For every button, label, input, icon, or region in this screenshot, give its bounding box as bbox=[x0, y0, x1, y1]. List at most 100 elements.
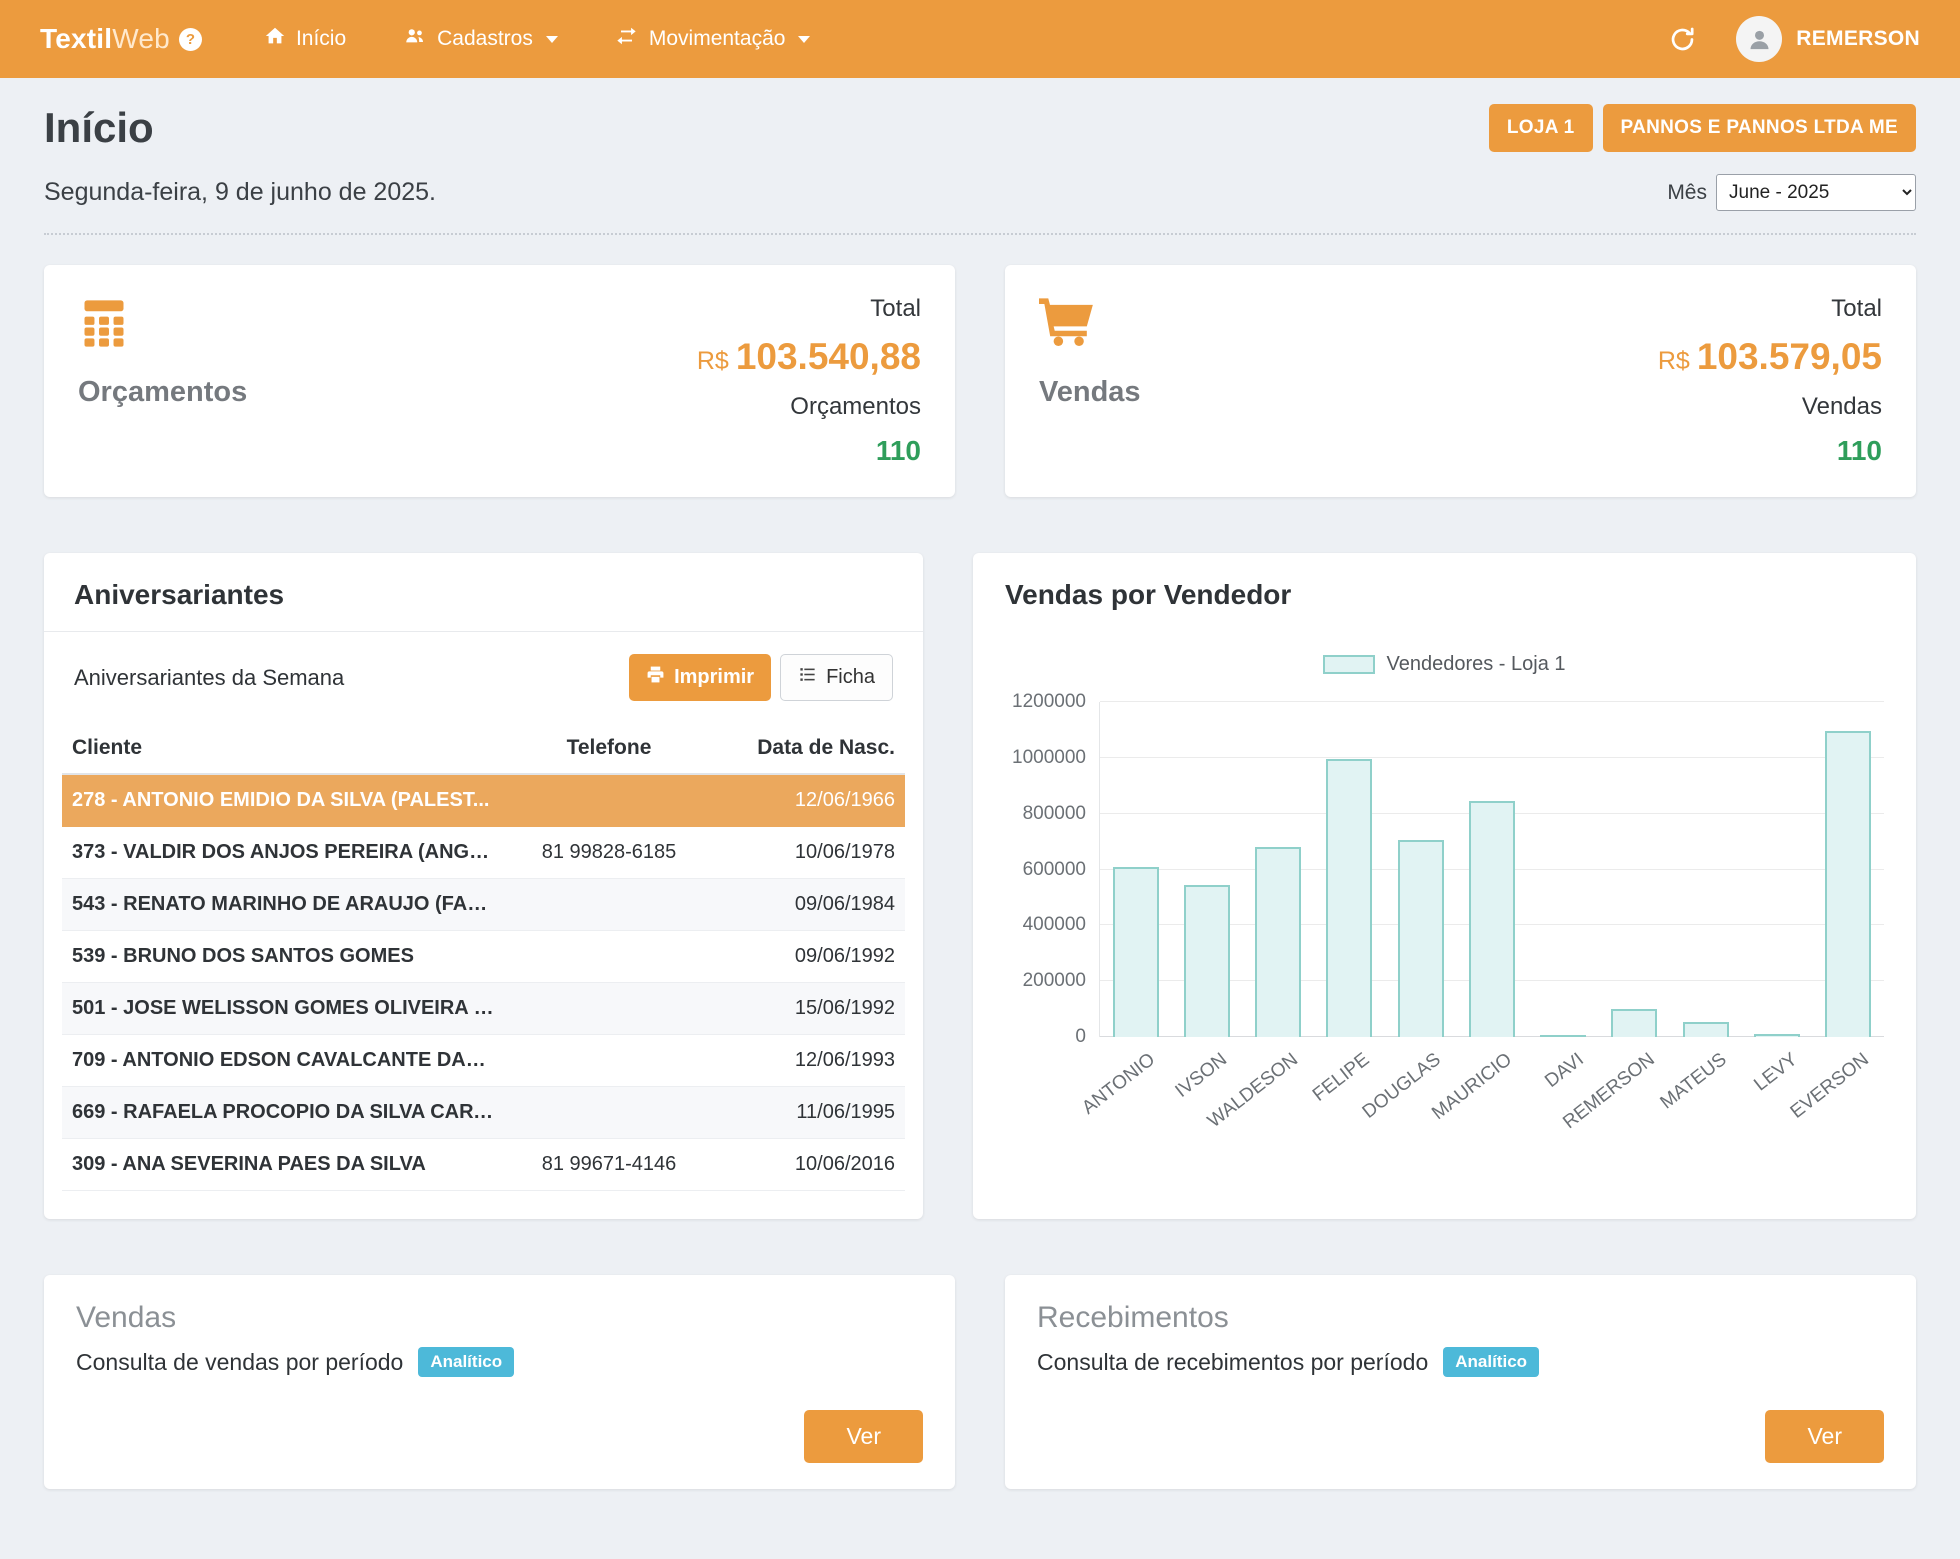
orcamentos-amount: 103.540,88 bbox=[736, 336, 921, 377]
vendas-label: Vendas bbox=[1039, 376, 1141, 409]
ficha-label: Ficha bbox=[826, 666, 875, 689]
vendas-total-label: Total bbox=[1831, 295, 1882, 323]
store-button[interactable]: LOJA 1 bbox=[1489, 104, 1593, 152]
cell-birthdate: 09/06/1992 bbox=[713, 931, 905, 983]
bar-everson[interactable] bbox=[1825, 731, 1871, 1037]
nav-item-movimentacao[interactable]: Movimentação bbox=[614, 25, 811, 53]
orcamentos-count: 110 bbox=[876, 435, 921, 467]
user-menu[interactable]: REMERSON bbox=[1736, 16, 1920, 62]
table-row[interactable]: 669 - RAFAELA PROCOPIO DA SILVA CARV... … bbox=[62, 1087, 905, 1139]
imprimir-button[interactable]: Imprimir bbox=[629, 654, 771, 701]
nav-label-cadastros: Cadastros bbox=[437, 27, 533, 51]
chart-x-axis: ANTONIOIVSONWALDESONFELIPEDOUGLASMAURICI… bbox=[1099, 1037, 1884, 1141]
bar-chart: Vendedores - Loja 1 02000004000006000008… bbox=[1005, 653, 1884, 1141]
chart-plot bbox=[1099, 702, 1884, 1037]
nav-item-inicio[interactable]: Início bbox=[264, 25, 346, 53]
birthday-table-body: 278 - ANTONIO EMIDIO DA SILVA (PALEST...… bbox=[62, 774, 905, 1191]
analitico-badge: Analítico bbox=[1443, 1347, 1539, 1377]
home-icon bbox=[264, 25, 286, 53]
aniversariantes-card: Aniversariantes Aniversariantes da Seman… bbox=[44, 553, 923, 1219]
column-header-telefone: Telefone bbox=[505, 723, 713, 774]
print-icon bbox=[646, 665, 665, 690]
x-label-mateus: MATEUS bbox=[1670, 1037, 1741, 1141]
table-row[interactable]: 501 - JOSE WELISSON GOMES OLIVEIRA (... … bbox=[62, 983, 905, 1035]
user-name: REMERSON bbox=[1796, 27, 1920, 51]
y-tick-label: 1200000 bbox=[1012, 691, 1086, 713]
x-label-remerson: REMERSON bbox=[1599, 1037, 1670, 1141]
y-tick-label: 600000 bbox=[1023, 859, 1086, 881]
x-label-davi: DAVI bbox=[1527, 1037, 1598, 1141]
cell-client: 669 - RAFAELA PROCOPIO DA SILVA CARV... bbox=[62, 1087, 505, 1139]
chart-legend[interactable]: Vendedores - Loja 1 bbox=[1005, 653, 1884, 676]
list-icon bbox=[798, 665, 817, 690]
current-date: Segunda-feira, 9 de junho de 2025. bbox=[44, 178, 436, 207]
exchange-icon bbox=[614, 25, 639, 53]
column-header-data-nasc: Data de Nasc. bbox=[713, 723, 905, 774]
chart-y-axis: 020000040000060000080000010000001200000 bbox=[1005, 702, 1099, 1037]
bar-mateus[interactable] bbox=[1683, 1022, 1729, 1037]
recebimentos-report-card: Recebimentos Consulta de recebimentos po… bbox=[1005, 1275, 1916, 1489]
ficha-button[interactable]: Ficha bbox=[780, 654, 893, 701]
cell-phone bbox=[505, 879, 713, 931]
analitico-badge: Analítico bbox=[418, 1347, 514, 1377]
date-row: Segunda-feira, 9 de junho de 2025. Mês J… bbox=[44, 174, 1916, 235]
cell-client: 373 - VALDIR DOS ANJOS PEREIRA (ANGE... bbox=[62, 827, 505, 879]
table-row[interactable]: 309 - ANA SEVERINA PAES DA SILVA 81 9967… bbox=[62, 1139, 905, 1191]
refresh-button[interactable] bbox=[1669, 26, 1696, 53]
nav-item-cadastros[interactable]: Cadastros bbox=[402, 25, 558, 53]
brand-text: TextilWeb bbox=[40, 23, 170, 55]
cell-birthdate: 10/06/2016 bbox=[713, 1139, 905, 1191]
aniversariantes-title: Aniversariantes bbox=[44, 553, 923, 631]
brand-light: Web bbox=[112, 23, 170, 54]
cell-client: 309 - ANA SEVERINA PAES DA SILVA bbox=[62, 1139, 505, 1191]
x-label-felipe: FELIPE bbox=[1313, 1037, 1384, 1141]
aniversariantes-subtitle: Aniversariantes da Semana bbox=[74, 665, 344, 691]
bar-levy[interactable] bbox=[1754, 1034, 1800, 1037]
calculator-icon bbox=[78, 293, 247, 352]
table-row[interactable]: 278 - ANTONIO EMIDIO DA SILVA (PALEST...… bbox=[62, 774, 905, 827]
bar-waldeson[interactable] bbox=[1255, 847, 1301, 1037]
brand-logo[interactable]: TextilWeb ? bbox=[40, 23, 202, 55]
bar-antonio[interactable] bbox=[1113, 867, 1159, 1037]
x-label-mauricio: MAURICIO bbox=[1456, 1037, 1527, 1141]
vendas-summary-card: Vendas Total R$103.579,05 Vendas 110 bbox=[1005, 265, 1916, 497]
users-icon bbox=[402, 25, 427, 53]
currency-symbol: R$ bbox=[1658, 347, 1690, 375]
cell-client: 709 - ANTONIO EDSON CAVALCANTE DAN... bbox=[62, 1035, 505, 1087]
recebimentos-report-subtitle: Consulta de recebimentos por período bbox=[1037, 1349, 1428, 1376]
user-avatar-icon bbox=[1736, 16, 1782, 62]
vendas-report-subtitle: Consulta de vendas por período bbox=[76, 1349, 403, 1376]
currency-symbol: R$ bbox=[697, 347, 729, 375]
recebimentos-ver-button[interactable]: Ver bbox=[1765, 1410, 1884, 1463]
vendas-report-title: Vendas bbox=[76, 1301, 923, 1335]
cell-birthdate: 10/06/1978 bbox=[713, 827, 905, 879]
cell-birthdate: 09/06/1984 bbox=[713, 879, 905, 931]
x-label-antonio: ANTONIO bbox=[1099, 1037, 1170, 1141]
gridline bbox=[1100, 701, 1884, 702]
table-row[interactable]: 373 - VALDIR DOS ANJOS PEREIRA (ANGE... … bbox=[62, 827, 905, 879]
cell-phone: 81 99828-6185 bbox=[505, 827, 713, 879]
vendas-count-label: Vendas bbox=[1802, 393, 1882, 421]
table-row[interactable]: 539 - BRUNO DOS SANTOS GOMES 09/06/1992 bbox=[62, 931, 905, 983]
bar-remerson[interactable] bbox=[1611, 1009, 1657, 1037]
cell-client: 539 - BRUNO DOS SANTOS GOMES bbox=[62, 931, 505, 983]
vendas-ver-button[interactable]: Ver bbox=[804, 1410, 923, 1463]
table-row[interactable]: 709 - ANTONIO EDSON CAVALCANTE DAN... 12… bbox=[62, 1035, 905, 1087]
bar-felipe[interactable] bbox=[1326, 759, 1372, 1037]
vendas-total-value: R$103.579,05 bbox=[1658, 337, 1882, 378]
month-select[interactable]: June - 2025 bbox=[1716, 174, 1916, 211]
x-label-levy: LEVY bbox=[1741, 1037, 1812, 1141]
help-icon[interactable]: ? bbox=[179, 28, 202, 51]
table-row[interactable]: 543 - RENATO MARINHO DE ARAUJO (FAZ... 0… bbox=[62, 879, 905, 931]
cell-birthdate: 12/06/1966 bbox=[713, 774, 905, 827]
bar-mauricio[interactable] bbox=[1469, 801, 1515, 1037]
caret-down-icon bbox=[798, 36, 810, 43]
vendas-por-vendedor-card: Vendas por Vendedor Vendedores - Loja 1 … bbox=[973, 553, 1916, 1219]
orcamentos-count-label: Orçamentos bbox=[790, 393, 921, 421]
imprimir-label: Imprimir bbox=[674, 666, 754, 689]
company-button[interactable]: PANNOS E PANNOS LTDA ME bbox=[1603, 104, 1916, 152]
bar-douglas[interactable] bbox=[1398, 840, 1444, 1037]
bar-ivson[interactable] bbox=[1184, 885, 1230, 1037]
cell-phone bbox=[505, 1087, 713, 1139]
bar-davi[interactable] bbox=[1540, 1035, 1586, 1037]
